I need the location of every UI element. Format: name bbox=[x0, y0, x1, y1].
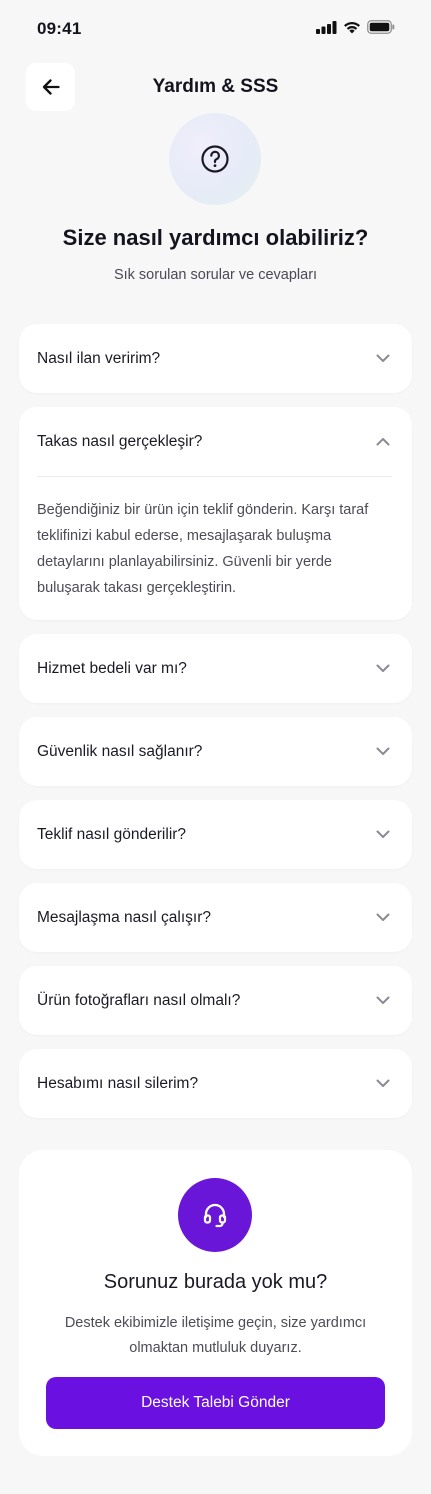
faq-question: Güvenlik nasıl sağlanır? bbox=[37, 742, 203, 760]
support-text: Destek ekibimizle iletişime geçin, size … bbox=[64, 1315, 367, 1356]
faq-question: Takas nasıl gerçekleşir? bbox=[37, 432, 203, 450]
page-title: Yardım & SSS bbox=[152, 76, 279, 97]
chevron-down-icon bbox=[376, 913, 390, 921]
faq-question: Hesabımı nasıl silerim? bbox=[37, 1074, 199, 1092]
support-card: Sorunuz burada yok mu? Destek ekibimizle… bbox=[19, 1150, 412, 1456]
faq-question-toggle[interactable]: Takas nasıl gerçekleşir? bbox=[19, 407, 412, 476]
faq-question: Mesajlaşma nasıl çalışır? bbox=[37, 908, 212, 926]
support-title: Sorunuz burada yok mu? bbox=[103, 1271, 328, 1293]
chevron-down-icon bbox=[376, 1079, 390, 1087]
faq-item: Ürün fotoğrafları nasıl olmalı? bbox=[19, 966, 412, 1035]
status-icons bbox=[316, 20, 395, 34]
support-request-button[interactable]: Destek Talebi Gönder bbox=[46, 1377, 385, 1429]
faq-answer: Beğendiğiniz bir ürün için teklif gönder… bbox=[37, 502, 369, 596]
faq-item: Hizmet bedeli var mı? bbox=[19, 634, 412, 703]
help-circle-badge bbox=[169, 113, 261, 205]
faq-question-toggle[interactable]: Ürün fotoğrafları nasıl olmalı? bbox=[19, 966, 412, 1035]
wifi-icon bbox=[344, 21, 360, 33]
chevron-down-icon bbox=[376, 996, 390, 1004]
hero-subtitle: Sık sorulan sorular ve cevapları bbox=[113, 267, 318, 283]
chevron-up-icon bbox=[376, 438, 390, 446]
faq-item: Nasıl ilan veririm? bbox=[19, 324, 412, 393]
faq-question-toggle[interactable]: Güvenlik nasıl sağlanır? bbox=[19, 717, 412, 786]
faq-item-expanded: Takas nasıl gerçekleşir? Beğendiğiniz bi… bbox=[19, 407, 412, 620]
chevron-down-icon bbox=[376, 354, 390, 362]
chevron-down-icon bbox=[376, 747, 390, 755]
signal-icon bbox=[316, 20, 337, 34]
faq-question: Ürün fotoğrafları nasıl olmalı? bbox=[37, 991, 241, 1009]
faq-item: Teklif nasıl gönderilir? bbox=[19, 800, 412, 869]
faq-question-toggle[interactable]: Teklif nasıl gönderilir? bbox=[19, 800, 412, 869]
faq-list: Nasıl ilan veririm? Takas nasıl gerçekle… bbox=[19, 324, 412, 1132]
battery-icon bbox=[367, 20, 395, 34]
chevron-down-icon bbox=[376, 830, 390, 838]
status-bar: 09:41 bbox=[0, 0, 431, 60]
faq-question-toggle[interactable]: Hesabımı nasıl silerim? bbox=[19, 1049, 412, 1118]
hero-title: Size nasıl yardımcı olabiliriz? bbox=[62, 225, 369, 250]
headset-icon bbox=[203, 1203, 227, 1228]
faq-item: Hesabımı nasıl silerim? bbox=[19, 1049, 412, 1118]
faq-question-toggle[interactable]: Mesajlaşma nasıl çalışır? bbox=[19, 883, 412, 952]
faq-question: Teklif nasıl gönderilir? bbox=[37, 825, 187, 843]
faq-question: Hizmet bedeli var mı? bbox=[37, 659, 187, 677]
faq-question: Nasıl ilan veririm? bbox=[37, 349, 161, 367]
faq-item: Güvenlik nasıl sağlanır? bbox=[19, 717, 412, 786]
faq-question-toggle[interactable]: Hizmet bedeli var mı? bbox=[19, 634, 412, 703]
question-circle-icon bbox=[201, 145, 229, 173]
faq-item: Mesajlaşma nasıl çalışır? bbox=[19, 883, 412, 952]
faq-question-toggle[interactable]: Nasıl ilan veririm? bbox=[19, 324, 412, 393]
status-time: 09:41 bbox=[37, 19, 82, 38]
support-icon-badge bbox=[178, 1178, 252, 1252]
chevron-down-icon bbox=[376, 664, 390, 672]
